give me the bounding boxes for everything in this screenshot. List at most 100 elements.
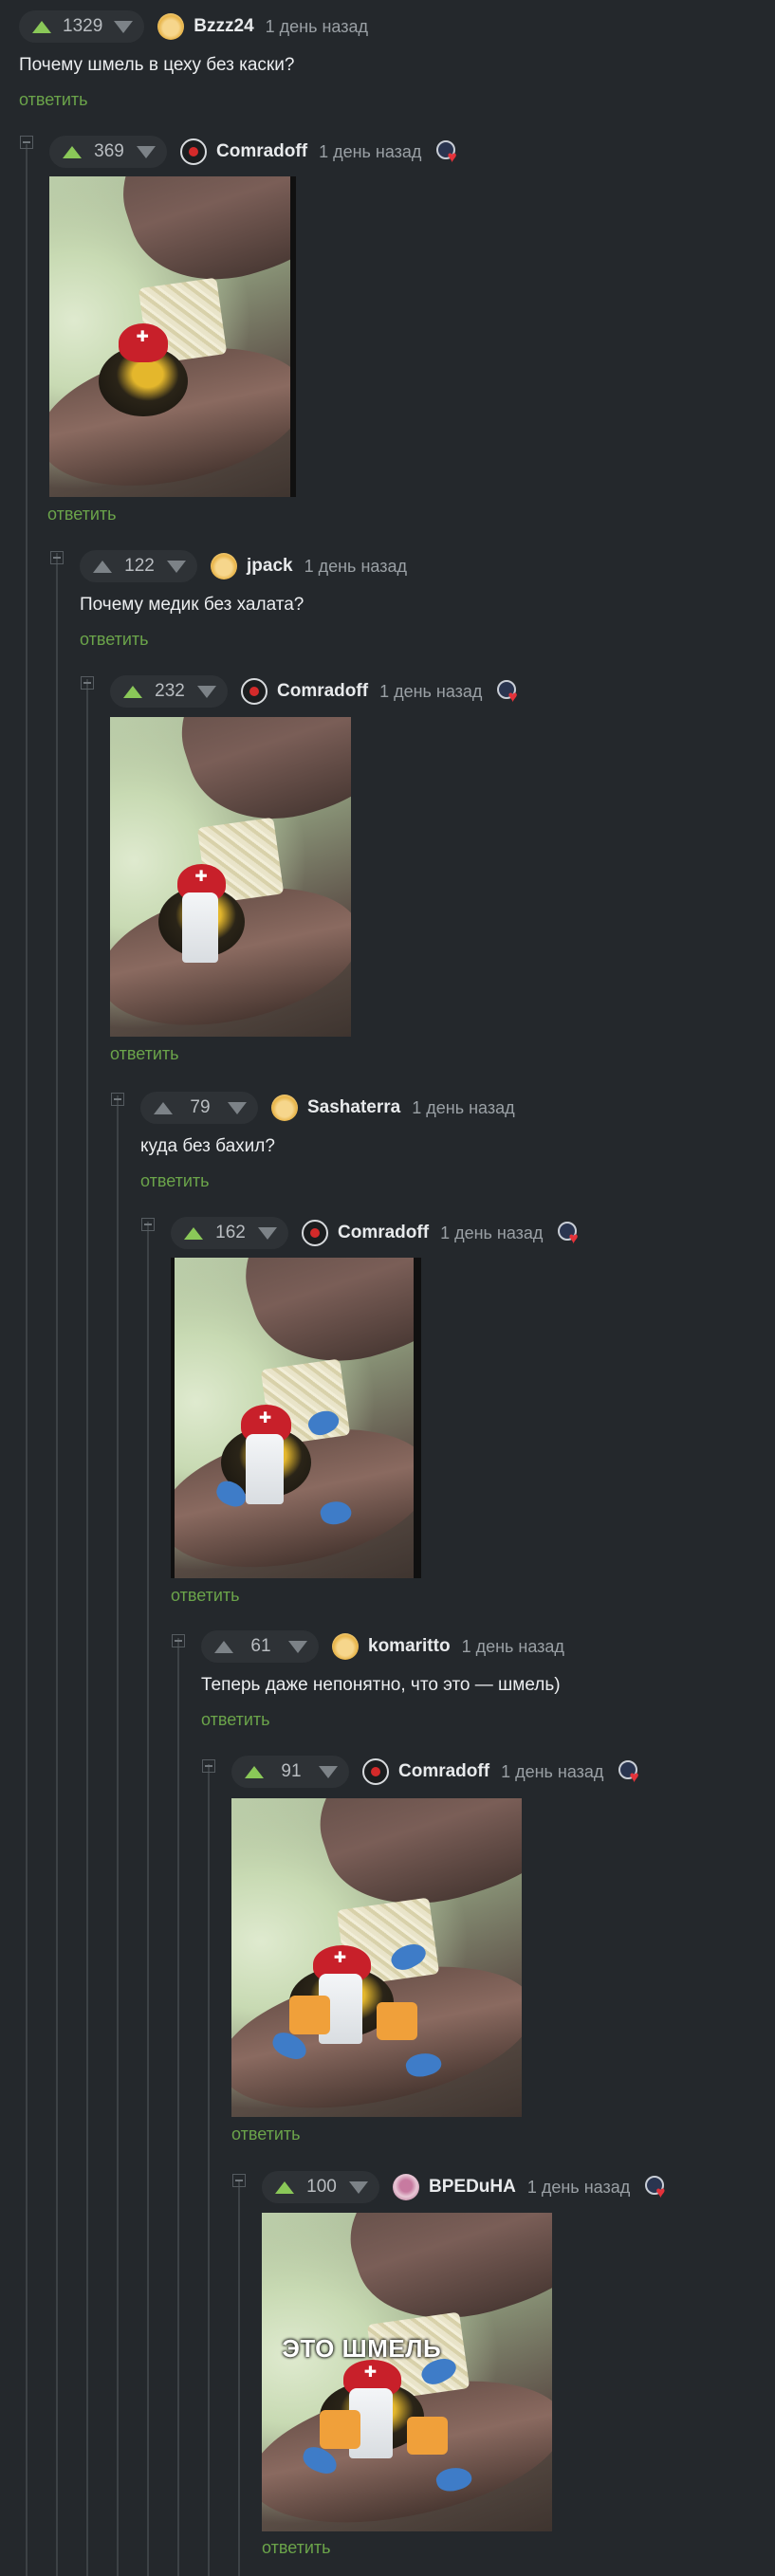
timestamp[interactable]: 1 день назад (319, 142, 421, 162)
heart-badge-icon: ♥ (617, 1757, 645, 1786)
rating: 232 (155, 681, 185, 701)
reply-link[interactable]: ответить (140, 1171, 210, 1191)
arrow-up-icon[interactable] (184, 1226, 203, 1240)
reply-link[interactable]: ответить (201, 1710, 270, 1730)
arrow-down-icon[interactable] (167, 560, 186, 573)
avatar[interactable] (180, 138, 207, 165)
timestamp[interactable]: 1 день назад (379, 682, 482, 702)
vote-box: 61 (201, 1630, 319, 1663)
avatar[interactable] (157, 13, 185, 40)
comment-header: 79 Sashaterra 1 день назад (140, 1089, 515, 1127)
author-name[interactable]: Comradoff (398, 1761, 489, 1782)
arrow-up-icon[interactable] (245, 1765, 264, 1778)
avatar[interactable] (362, 1758, 389, 1785)
vote-box: 100 (262, 2171, 379, 2203)
avatar[interactable] (302, 1220, 328, 1246)
timestamp[interactable]: 1 день назад (412, 1098, 514, 1118)
arrow-up-icon[interactable] (32, 20, 51, 33)
arrow-down-icon[interactable] (114, 20, 134, 33)
thread-line (238, 2180, 240, 2576)
comment-image[interactable] (171, 1258, 421, 1578)
arrow-down-icon[interactable] (319, 1765, 338, 1778)
comment-image[interactable]: ЭТО ШМЕЛЬ (262, 2213, 552, 2531)
comment-header: 162 Comradoff 1 день назад ♥ (171, 1214, 584, 1252)
comment-text: Теперь даже непонятно, что это — шмель) (201, 1675, 561, 1695)
rating: 369 (94, 141, 124, 161)
author-name[interactable]: Comradoff (216, 141, 307, 162)
collapse-button[interactable] (50, 551, 64, 564)
arrow-up-icon[interactable] (275, 2180, 294, 2194)
rating: 1329 (63, 16, 103, 36)
arrow-down-icon[interactable] (288, 1640, 307, 1653)
comment-header: 369 Comradoff 1 день назад ♥ (49, 133, 463, 171)
reply-link[interactable]: ответить (47, 505, 117, 524)
author-name[interactable]: Comradoff (338, 1223, 429, 1243)
arrow-down-icon[interactable] (137, 145, 156, 158)
heart-badge-icon: ♥ (495, 677, 524, 706)
comment-image[interactable] (231, 1798, 522, 2117)
arrow-down-icon[interactable] (258, 1226, 277, 1240)
rating: 91 (281, 1761, 302, 1781)
collapse-button[interactable] (232, 2174, 246, 2187)
comment-image[interactable] (49, 176, 296, 497)
vote-box: 232 (110, 675, 228, 708)
avatar[interactable] (393, 2174, 419, 2200)
rating: 79 (190, 1097, 211, 1117)
comment-header: 61 komaritto 1 день назад (201, 1628, 564, 1665)
author-name[interactable]: Comradoff (277, 681, 368, 702)
reply-link[interactable]: ответить (19, 90, 88, 110)
heart-badge-icon: ♥ (556, 1219, 584, 1247)
comment-header: 232 Comradoff 1 день назад ♥ (110, 672, 524, 710)
reply-link[interactable]: ответить (110, 1044, 179, 1064)
avatar[interactable] (211, 553, 237, 580)
reply-link[interactable]: ответить (231, 2125, 301, 2144)
heart-badge-icon: ♥ (643, 2173, 672, 2201)
collapse-button[interactable] (20, 136, 33, 149)
reply-link[interactable]: ответить (262, 2538, 331, 2558)
arrow-up-icon[interactable] (154, 1101, 173, 1114)
timestamp[interactable]: 1 день назад (501, 1762, 603, 1782)
arrow-down-icon[interactable] (349, 2180, 368, 2194)
thread-line (86, 679, 88, 2576)
arrow-up-icon[interactable] (63, 145, 82, 158)
comment-text: Почему медик без халата? (80, 595, 304, 615)
avatar[interactable] (271, 1095, 298, 1121)
author-name[interactable]: Bzzz24 (194, 16, 253, 37)
collapse-button[interactable] (81, 676, 94, 690)
arrow-down-icon[interactable] (197, 685, 216, 698)
reply-link[interactable]: ответить (171, 1586, 240, 1606)
thread-line (208, 1764, 210, 2576)
timestamp[interactable]: 1 день назад (304, 557, 407, 577)
collapse-button[interactable] (202, 1759, 215, 1773)
rating: 61 (250, 1636, 271, 1656)
thread-line (56, 553, 58, 2576)
rating: 100 (306, 2177, 337, 2197)
timestamp[interactable]: 1 день назад (527, 2178, 630, 2198)
vote-box: 162 (171, 1217, 288, 1249)
author-name[interactable]: komaritto (368, 1636, 451, 1657)
comment-header: 1329 Bzzz24 1 день назад (19, 8, 368, 46)
arrow-up-icon[interactable] (214, 1640, 233, 1653)
timestamp[interactable]: 1 день назад (266, 17, 368, 37)
avatar[interactable] (332, 1633, 359, 1660)
author-name[interactable]: BPEDuHA (429, 2177, 516, 2198)
arrow-up-icon[interactable] (123, 685, 142, 698)
arrow-up-icon[interactable] (93, 560, 112, 573)
comment-image[interactable] (110, 717, 351, 1037)
comment-header: 91 Comradoff 1 день назад ♥ (231, 1753, 645, 1791)
rating: 122 (124, 556, 155, 576)
author-name[interactable]: Sashaterra (307, 1097, 400, 1118)
timestamp[interactable]: 1 день назад (440, 1224, 543, 1243)
arrow-down-icon[interactable] (228, 1101, 247, 1114)
collapse-button[interactable] (172, 1634, 185, 1647)
author-name[interactable]: jpack (247, 556, 293, 577)
collapse-button[interactable] (141, 1218, 155, 1231)
avatar[interactable] (241, 678, 268, 705)
vote-box: 1329 (19, 10, 145, 43)
timestamp[interactable]: 1 день назад (462, 1637, 564, 1657)
thread-line (26, 144, 28, 2576)
comment-text: куда без бахил? (140, 1136, 275, 1156)
reply-link[interactable]: ответить (80, 630, 149, 650)
vote-box: 369 (49, 136, 167, 168)
collapse-button[interactable] (111, 1093, 124, 1106)
